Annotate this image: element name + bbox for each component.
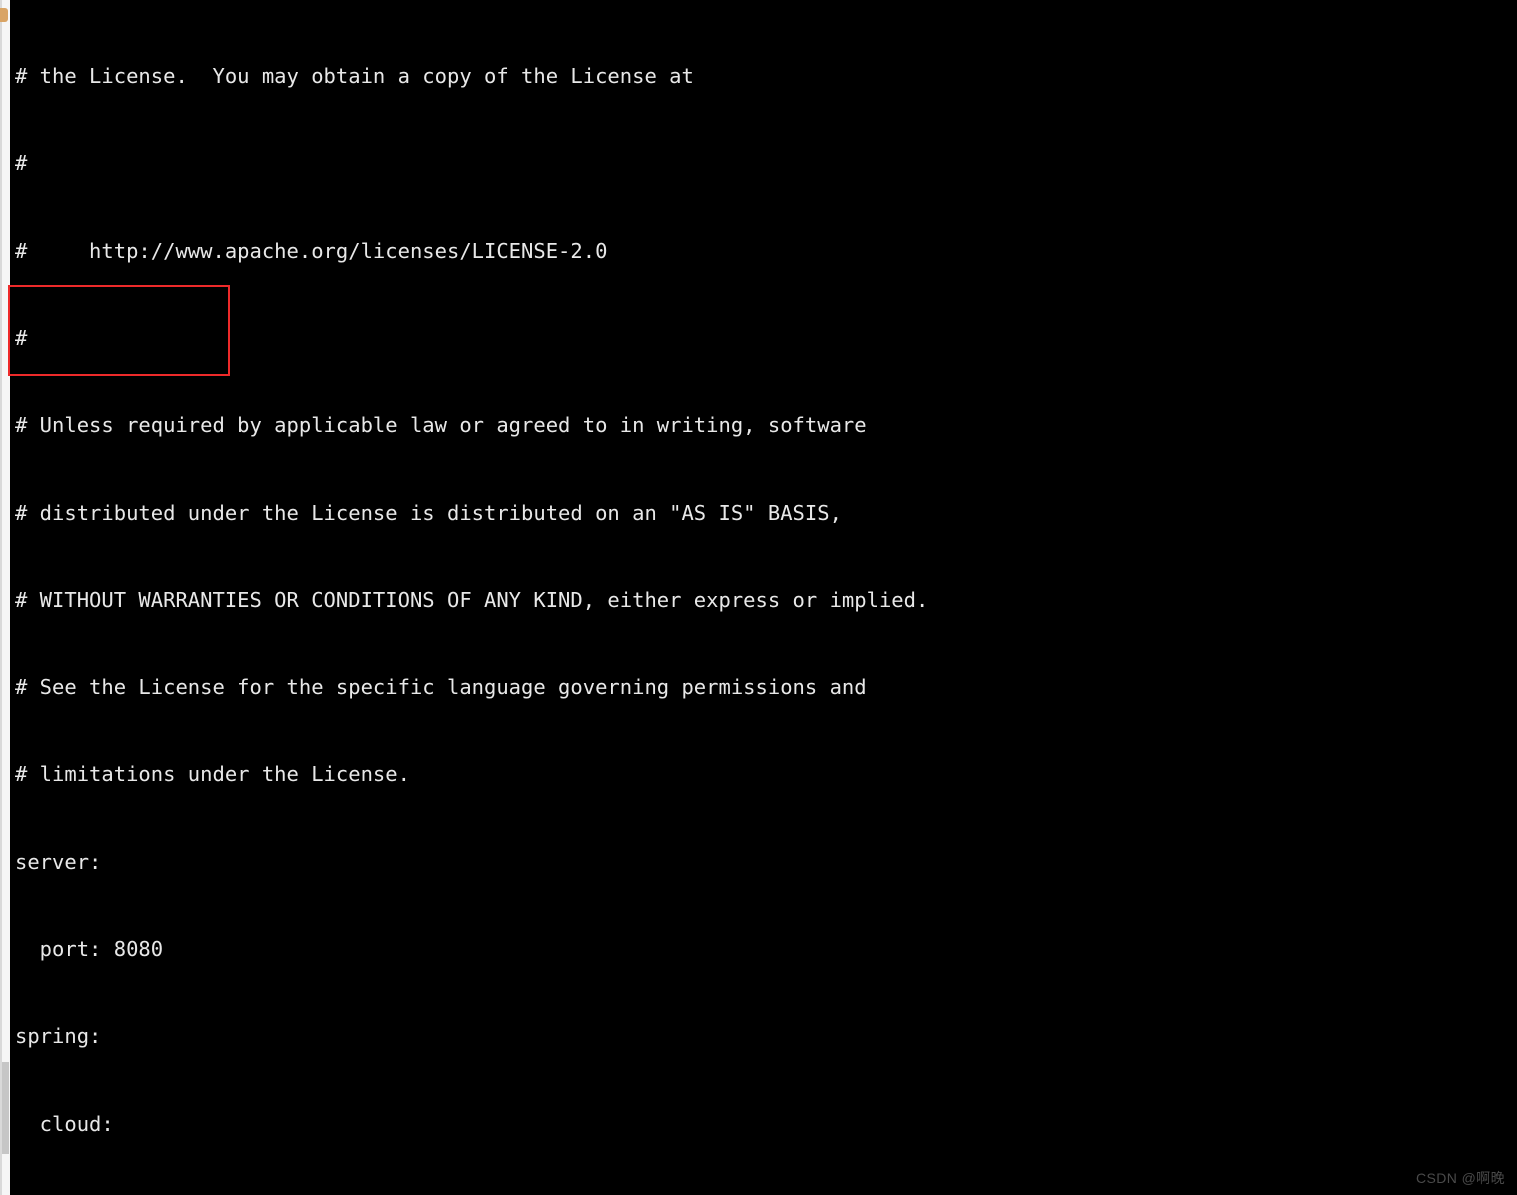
terminal-line: # WITHOUT WARRANTIES OR CONDITIONS OF AN…	[15, 587, 929, 612]
terminal-screen: # the License. You may obtain a copy of …	[15, 4, 1515, 1195]
terminal-line: # See the License for the specific langu…	[15, 675, 867, 700]
terminal-window[interactable]: # the License. You may obtain a copy of …	[10, 0, 1517, 1195]
terminal-line: # Unless required by applicable law or a…	[15, 413, 867, 438]
page-root: # the License. You may obtain a copy of …	[0, 0, 1517, 1195]
terminal-line: cloud:	[15, 1111, 114, 1136]
scrollbar-thumb[interactable]	[2, 1062, 9, 1154]
terminal-line: # limitations under the License.	[15, 762, 410, 787]
csdn-watermark: CSDN @啊晚	[1416, 1170, 1505, 1186]
terminal-line: server:	[15, 849, 102, 874]
terminal-line: # the License. You may obtain a copy of …	[15, 64, 694, 89]
terminal-line: #	[15, 151, 28, 176]
terminal-line: port: 8080	[15, 937, 164, 961]
terminal-line: # http://www.apache.org/licenses/LICENSE…	[15, 238, 608, 263]
corner-artifact-icon	[0, 8, 8, 22]
page-left-gutter	[2, 0, 10, 1195]
terminal-line: #	[15, 326, 28, 351]
terminal-line: # distributed under the License is distr…	[15, 500, 842, 525]
terminal-line: spring:	[15, 1024, 102, 1049]
